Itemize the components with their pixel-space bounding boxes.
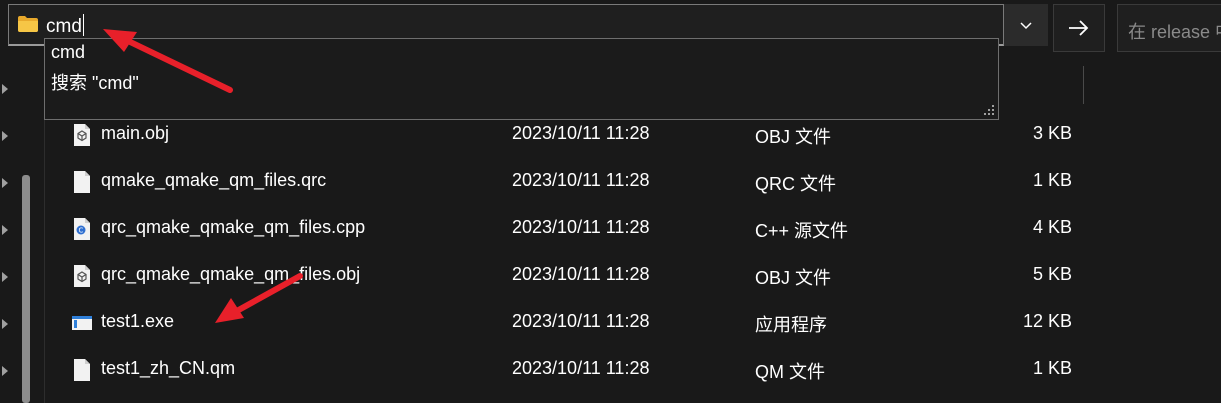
- file-row[interactable]: C qrc_qmake_qmake_qm_files.cpp 2023/10/1…: [46, 205, 1086, 251]
- search-input[interactable]: 在 release 中: [1117, 4, 1221, 52]
- chevron-right-icon[interactable]: [0, 82, 10, 96]
- file-type: OBJ 文件: [755, 127, 832, 147]
- exe-file-icon: [72, 316, 92, 330]
- file-name: main.obj: [101, 123, 170, 143]
- file-size: 1 KB: [1032, 170, 1072, 190]
- column-divider[interactable]: [1083, 66, 1084, 104]
- address-suggestion-popup: cmd 搜索 "cmd": [44, 38, 999, 120]
- file-size: 12 KB: [1022, 311, 1072, 331]
- file-size: 1 KB: [1032, 358, 1072, 378]
- file-type: QRC 文件: [755, 174, 836, 194]
- file-type: 应用程序: [755, 315, 827, 335]
- file-date: 2023/10/11 11:28: [512, 311, 650, 331]
- text-file-icon: [74, 359, 90, 381]
- file-explorer-window: cmd 在 release 中 cmd 搜索 "cmd": [0, 0, 1221, 403]
- file-name: qrc_qmake_qmake_qm_files.cpp: [101, 217, 366, 237]
- chevron-right-icon[interactable]: [0, 270, 10, 284]
- search-placeholder: 在 release 中: [1128, 22, 1221, 42]
- go-button[interactable]: [1053, 4, 1105, 52]
- file-date: 2023/10/11 11:28: [512, 217, 650, 237]
- file-type: C++ 源文件: [755, 221, 849, 241]
- folder-icon: [18, 16, 38, 32]
- address-history-dropdown-button[interactable]: [1004, 4, 1048, 46]
- file-row[interactable]: qmake_qmake_qm_files.qrc 2023/10/11 11:2…: [46, 158, 1086, 204]
- file-type: QM 文件: [755, 362, 825, 382]
- file-size: 4 KB: [1032, 217, 1072, 237]
- svg-text:C: C: [79, 227, 84, 235]
- file-row[interactable]: test1_zh_CN.qm 2023/10/11 11:28 QM 文件 1 …: [46, 346, 1086, 392]
- file-row[interactable]: qrc_qmake_qmake_qm_files.obj 2023/10/11 …: [46, 252, 1086, 298]
- address-input-value: cmd: [46, 16, 82, 37]
- file-type: OBJ 文件: [755, 268, 832, 288]
- chevron-right-icon[interactable]: [0, 317, 10, 331]
- file-row[interactable]: test1.exe 2023/10/11 11:28 应用程序 12 KB: [46, 299, 1086, 345]
- resize-grip-icon[interactable]: [983, 104, 995, 116]
- chevron-right-icon[interactable]: [0, 176, 10, 190]
- arrow-right-icon: [1069, 20, 1089, 36]
- text-file-icon: [74, 171, 90, 193]
- text-caret: [82, 14, 84, 36]
- file-name: qrc_qmake_qmake_qm_files.obj: [101, 264, 361, 284]
- file-size: 5 KB: [1032, 264, 1072, 284]
- file-date: 2023/10/11 11:28: [512, 264, 650, 284]
- cpp-file-icon: C: [74, 218, 90, 240]
- obj-file-icon: [74, 124, 90, 146]
- file-date: 2023/10/11 11:28: [512, 170, 650, 190]
- chevron-right-icon[interactable]: [0, 129, 10, 143]
- file-date: 2023/10/11 11:28: [512, 123, 650, 143]
- file-name: test1.exe: [101, 311, 175, 331]
- file-name: test1_zh_CN.qm: [101, 358, 236, 378]
- chevron-right-icon[interactable]: [0, 364, 10, 378]
- suggestion-item-cmd[interactable]: cmd: [51, 42, 85, 63]
- suggestion-item-search-cmd[interactable]: 搜索 "cmd": [51, 69, 139, 95]
- obj-file-icon: [74, 265, 90, 287]
- address-input[interactable]: cmd: [46, 14, 84, 39]
- chevron-right-icon[interactable]: [0, 223, 10, 237]
- file-date: 2023/10/11 11:28: [512, 358, 650, 378]
- chevron-down-icon: [1020, 22, 1032, 30]
- file-name: qmake_qmake_qm_files.qrc: [101, 170, 327, 190]
- navigation-scrollbar[interactable]: [22, 175, 30, 403]
- file-size: 3 KB: [1032, 123, 1072, 143]
- navigation-pane: [0, 66, 14, 403]
